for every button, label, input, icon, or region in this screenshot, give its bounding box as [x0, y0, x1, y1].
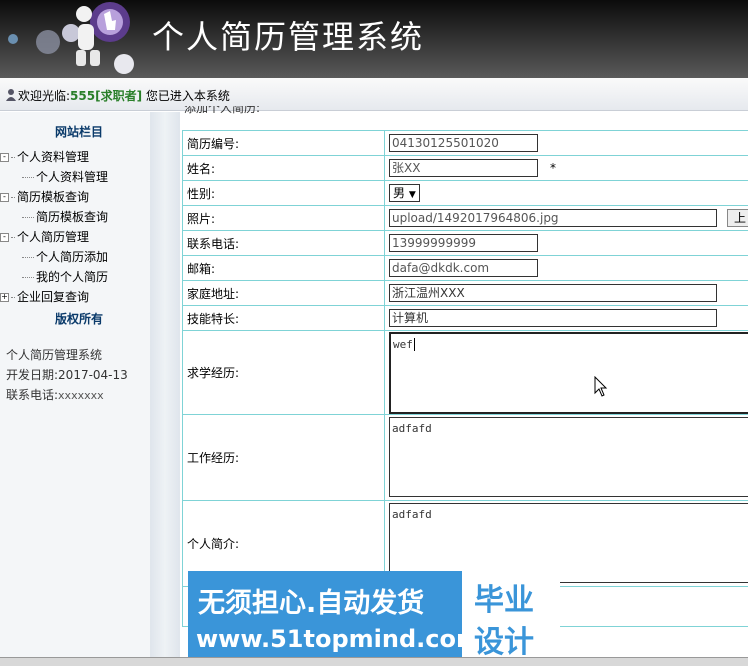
tree-group-label: 简历模板查询 [17, 190, 89, 204]
sidebar-item-template[interactable]: 简历模板查询 [22, 208, 108, 225]
app-title: 个人简历管理系统 [152, 12, 424, 58]
form-row: 求学经历: wef [183, 331, 748, 415]
sidebar-title: 网站栏目 [55, 123, 103, 140]
form-row: 工作经历: adfafd [183, 415, 748, 501]
contact-phone-label: 联系电话: [6, 388, 58, 402]
form-row: 家庭地址: 浙江温州XXX [183, 281, 748, 306]
app-header: 个人简历管理系统 [0, 0, 748, 78]
form-row: 照片: upload/1492017964806.jpg 上 [183, 206, 748, 231]
field-label: 邮箱: [183, 256, 385, 281]
sidebar-divider [150, 112, 180, 657]
welcome-user: 555[求职者] [70, 89, 142, 103]
collapse-icon[interactable]: - [0, 153, 9, 162]
bubble-decoration [8, 34, 18, 44]
upload-button[interactable]: 上 [727, 209, 748, 227]
sidebar-item-label: 个人资料管理 [36, 170, 108, 184]
collapse-icon[interactable]: - [0, 233, 9, 242]
sidebar-item-label: 个人简历添加 [36, 250, 108, 264]
text-cursor [414, 338, 415, 351]
sidebar-item-label: 我的个人简历 [36, 270, 108, 284]
sidebar-item-my-resume[interactable]: 我的个人简历 [22, 268, 108, 285]
tree-group-label: 个人简历管理 [17, 230, 89, 244]
sidebar-item-label: 简历模板查询 [36, 210, 108, 224]
address-field[interactable]: 浙江温州XXX [389, 284, 717, 302]
mouse-pointer-icon [594, 376, 608, 401]
tree-group-resume[interactable]: -个人简历管理 [0, 228, 89, 245]
form-title-text: 添加个人简历: [184, 106, 284, 114]
resume-number-field[interactable]: 04130125501020 [389, 134, 538, 152]
contact-phone: 联系电话:xxxxxxx [6, 386, 104, 403]
field-label: 联系电话: [183, 231, 385, 256]
expand-icon[interactable]: + [0, 293, 9, 302]
phone-field[interactable]: 13999999999 [389, 234, 538, 252]
form-row: 联系电话: 13999999999 [183, 231, 748, 256]
field-label: 简历编号: [183, 131, 385, 156]
field-label: 工作经历: [183, 415, 385, 501]
watermark-banner: 无须担心.自动发货 www.51topmind.com 毕业 设计 [188, 571, 560, 659]
required-mark: * [550, 161, 556, 175]
form-row: 技能特长: 计算机 [183, 306, 748, 331]
field-label: 求学经历: [183, 331, 385, 415]
copyright-title: 版权所有 [55, 310, 103, 327]
banner-line1: 无须担心.自动发货 [198, 581, 424, 620]
banner-side: 毕业 设计 [462, 571, 560, 659]
welcome-text: 欢迎光临:555[求职者] 您已进入本系统 [18, 87, 230, 104]
welcome-prefix: 欢迎光临: [18, 89, 70, 103]
dev-date: 开发日期:2017-04-13 [6, 366, 128, 383]
skills-field[interactable]: 计算机 [389, 309, 717, 327]
tree-group-label: 个人资料管理 [17, 150, 89, 164]
form-title: 添加个人简历: [184, 106, 284, 114]
dropdown-arrow-icon: ▼ [409, 190, 416, 200]
name-field[interactable]: 张XX [389, 159, 538, 177]
system-name: 个人简历管理系统 [6, 346, 102, 363]
banner-line2: www.51topmind.com [196, 625, 481, 653]
resume-form: 简历编号: 04130125501020 姓名: 张XX * 性别: 男 ▼ 照片… [182, 130, 748, 627]
sidebar-item-profile[interactable]: 个人资料管理 [22, 168, 108, 185]
tree-group-label: 企业回复查询 [17, 290, 89, 304]
form-row: 姓名: 张XX * [183, 156, 748, 181]
education-textarea[interactable]: wef [389, 332, 748, 414]
sidebar-item-add-resume[interactable]: 个人简历添加 [22, 248, 108, 265]
photo-path-field[interactable]: upload/1492017964806.jpg [389, 209, 717, 227]
welcome-suffix: 您已进入本系统 [142, 89, 230, 103]
field-label: 家庭地址: [183, 281, 385, 306]
field-label: 性别: [183, 181, 385, 206]
tree-group-reply[interactable]: + 企业回复查询 [0, 288, 89, 305]
welcome-bar: 欢迎光临:555[求职者] 您已进入本系统 [0, 78, 748, 111]
logo-mascot-icon [70, 0, 140, 70]
collapse-icon[interactable]: - [0, 193, 9, 202]
tree-group-template[interactable]: -简历模板查询 [0, 188, 89, 205]
work-experience-textarea[interactable]: adfafd [389, 417, 748, 497]
tree-group-profile[interactable]: -个人资料管理 [0, 148, 89, 165]
form-row: 邮箱: dafa@dkdk.com [183, 256, 748, 281]
contact-phone-value: xxxxxxx [58, 389, 104, 402]
banner-side2: 设计 [474, 617, 534, 661]
form-row: 性别: 男 ▼ [183, 181, 748, 206]
field-label: 技能特长: [183, 306, 385, 331]
dev-date-value: 2017-04-13 [58, 368, 128, 382]
gender-value: 男 [393, 186, 405, 200]
gender-select[interactable]: 男 ▼ [389, 184, 420, 202]
user-icon [5, 88, 18, 101]
form-row: 简历编号: 04130125501020 [183, 131, 748, 156]
email-field[interactable]: dafa@dkdk.com [389, 259, 538, 277]
dev-date-label: 开发日期: [6, 368, 58, 382]
field-label: 照片: [183, 206, 385, 231]
bubble-decoration [36, 30, 60, 54]
education-text: wef [393, 338, 413, 351]
field-label: 姓名: [183, 156, 385, 181]
banner-side1: 毕业 [474, 575, 534, 619]
